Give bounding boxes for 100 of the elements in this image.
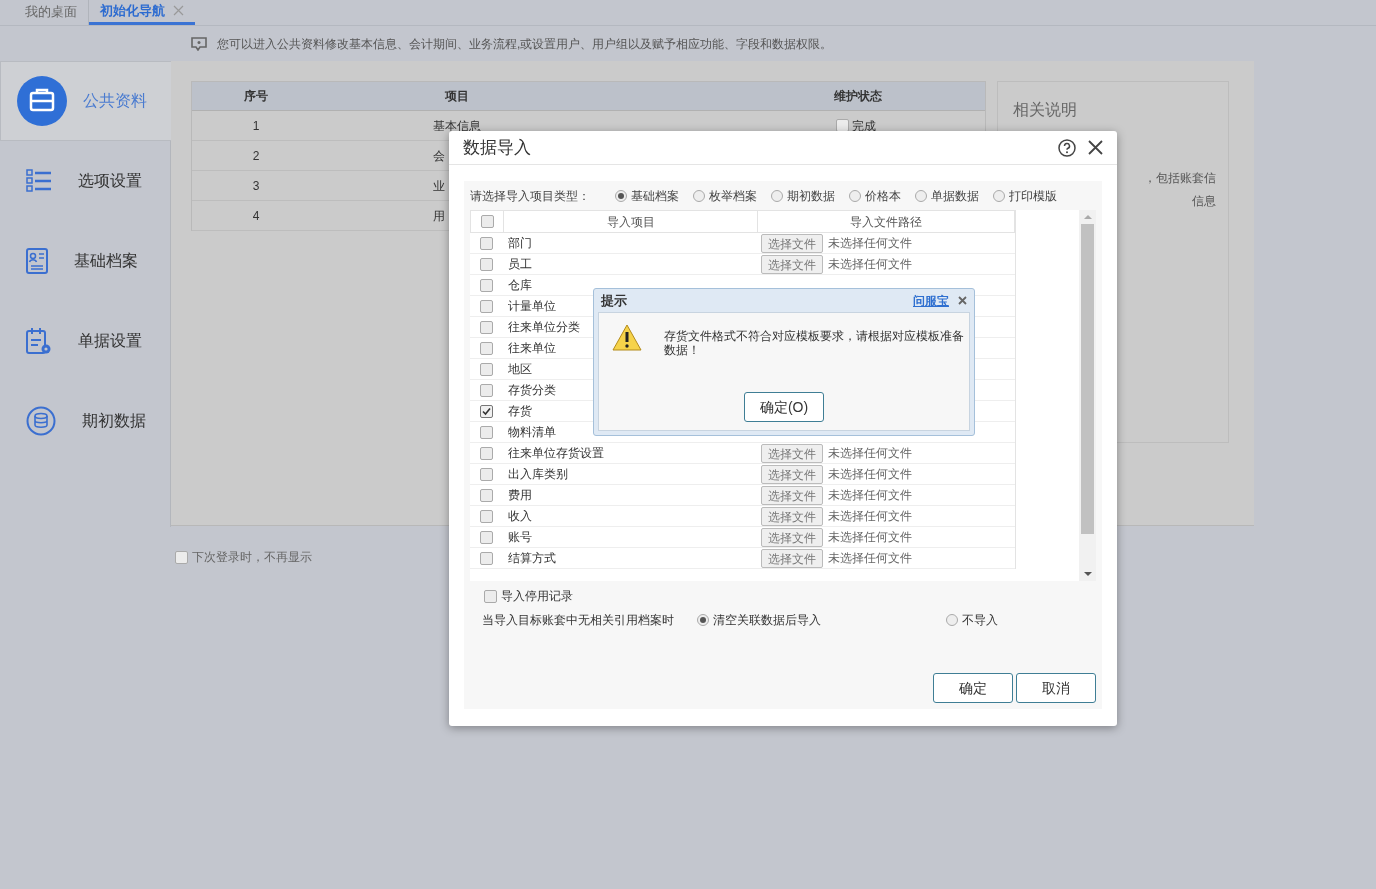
table-cell: 往来单位 bbox=[508, 341, 556, 355]
database-icon bbox=[26, 406, 56, 436]
check-icon bbox=[481, 406, 491, 416]
checkbox[interactable] bbox=[479, 488, 493, 502]
warning-icon bbox=[612, 324, 642, 351]
briefcase-icon bbox=[17, 76, 67, 126]
table-cell: 存货 bbox=[508, 404, 532, 418]
info-text: 您可以进入公共资料修改基本信息、会计期间、业务流程,或设置用户、用户组以及赋予相应功能、字段和数据权限。 bbox=[217, 35, 833, 53]
checkbox-label: 下次登录时，不再显示 bbox=[192, 549, 312, 566]
table-cell: 员工 bbox=[508, 257, 532, 271]
document-gear-icon bbox=[26, 327, 52, 355]
panel-text: 信息 bbox=[1192, 193, 1216, 210]
checkbox[interactable] bbox=[479, 425, 493, 439]
checkbox[interactable] bbox=[480, 215, 494, 228]
dialog-title: 数据导入 bbox=[463, 136, 531, 159]
table-cell: 物料清单 bbox=[508, 425, 556, 439]
table-cell: 往来单位分类 bbox=[508, 320, 580, 334]
radio-label: 枚举档案 bbox=[709, 187, 757, 205]
table-cell: 出入库类别 bbox=[508, 467, 568, 481]
checkbox[interactable] bbox=[479, 446, 493, 460]
radio-button[interactable] bbox=[915, 189, 927, 202]
column-header: 项目 bbox=[444, 88, 470, 105]
radio-button[interactable] bbox=[771, 189, 783, 202]
choose-file-button[interactable]: 选择文件 bbox=[761, 527, 823, 547]
radio-button[interactable] bbox=[946, 614, 958, 626]
ok-button[interactable]: 确定(O) bbox=[744, 392, 824, 422]
radio-label: 基础档案 bbox=[631, 187, 679, 205]
choose-file-button[interactable]: 选择文件 bbox=[761, 233, 823, 253]
cancel-button[interactable]: 取消 bbox=[1016, 673, 1096, 703]
column-header: 导入文件路径 bbox=[757, 211, 1014, 232]
table-cell-text: 1 bbox=[251, 117, 261, 135]
checkbox[interactable] bbox=[175, 550, 188, 564]
radio-button[interactable] bbox=[615, 189, 627, 202]
panel-text: ，包括账套信 bbox=[1144, 170, 1216, 187]
table-cell: 仓库 bbox=[508, 278, 532, 292]
tab[interactable]: 我的桌面 bbox=[14, 0, 89, 25]
file-status: 未选择任何文件 bbox=[828, 466, 912, 483]
checkbox[interactable] bbox=[479, 236, 493, 250]
file-status: 未选择任何文件 bbox=[828, 529, 912, 546]
table-cell: 用 bbox=[433, 208, 445, 223]
help-icon[interactable] bbox=[1058, 138, 1076, 157]
checkbox[interactable] bbox=[479, 299, 493, 313]
table-cell: 收入 bbox=[508, 509, 532, 523]
table-cell: 业 bbox=[433, 178, 445, 193]
file-status: 未选择任何文件 bbox=[828, 550, 912, 567]
table-cell: 基本信息 bbox=[433, 118, 481, 133]
sidebar-item[interactable]: 公共资料 bbox=[0, 61, 171, 141]
choose-file-button[interactable]: 选择文件 bbox=[761, 485, 823, 505]
checkbox[interactable] bbox=[479, 257, 493, 271]
radio-label: 价格本 bbox=[865, 187, 901, 205]
file-status: 未选择任何文件 bbox=[828, 256, 912, 273]
radio-button[interactable] bbox=[849, 189, 861, 202]
option-label: 当导入目标账套中无相关引用档案时 bbox=[482, 612, 675, 629]
checkbox[interactable] bbox=[479, 278, 493, 292]
table-cell-text: 2 bbox=[251, 147, 261, 165]
radio-button[interactable] bbox=[697, 614, 709, 626]
table-cell: 存货分类 bbox=[508, 383, 556, 397]
close-icon[interactable] bbox=[1088, 140, 1103, 155]
checkbox[interactable] bbox=[479, 509, 493, 523]
table-cell: 计量单位 bbox=[508, 299, 556, 313]
radio-label: 清空关联数据后导入 bbox=[713, 612, 821, 629]
checkbox[interactable] bbox=[479, 362, 493, 376]
close-icon[interactable] bbox=[958, 296, 967, 305]
choose-file-button[interactable]: 选择文件 bbox=[761, 506, 823, 526]
radio-label: 单据数据 bbox=[931, 187, 979, 205]
checkbox[interactable] bbox=[484, 589, 497, 603]
column-header: 序号 bbox=[243, 88, 269, 105]
file-status: 未选择任何文件 bbox=[828, 508, 912, 525]
radio-label: 不导入 bbox=[962, 612, 998, 629]
confirm-button[interactable]: 确定 bbox=[933, 673, 1013, 703]
radio-button[interactable] bbox=[693, 189, 705, 202]
file-status: 未选择任何文件 bbox=[828, 235, 912, 252]
checkbox[interactable] bbox=[479, 551, 493, 565]
status-label: 完成 bbox=[852, 117, 876, 135]
table-cell-text: 4 bbox=[251, 207, 261, 225]
checkbox[interactable] bbox=[479, 404, 493, 418]
radio-button[interactable] bbox=[993, 189, 1005, 202]
file-status: 未选择任何文件 bbox=[828, 445, 912, 462]
alert-message: 存货文件格式不符合对应模板要求，请根据对应模板准备数据！ bbox=[664, 329, 965, 357]
checkbox[interactable] bbox=[479, 467, 493, 481]
choose-file-button[interactable]: 选择文件 bbox=[761, 548, 823, 568]
checkbox[interactable] bbox=[479, 383, 493, 397]
help-link[interactable]: 问服宝 bbox=[913, 291, 949, 310]
checkbox[interactable] bbox=[479, 341, 493, 355]
choose-file-button[interactable]: 选择文件 bbox=[761, 464, 823, 484]
scrollbar[interactable] bbox=[1079, 210, 1096, 581]
radio-label: 期初数据 bbox=[787, 187, 835, 205]
choose-file-button[interactable]: 选择文件 bbox=[761, 254, 823, 274]
message-icon bbox=[191, 36, 207, 51]
table-cell: 结算方式 bbox=[508, 551, 556, 565]
table-cell: 部门 bbox=[508, 236, 532, 250]
checkbox-label: 导入停用记录 bbox=[501, 588, 573, 605]
file-status: 未选择任何文件 bbox=[828, 487, 912, 504]
type-label: 请选择导入项目类型： bbox=[470, 187, 590, 205]
checkbox[interactable] bbox=[479, 320, 493, 334]
checkbox[interactable] bbox=[479, 530, 493, 544]
column-header: 维护状态 bbox=[834, 88, 882, 105]
profile-card-icon bbox=[26, 248, 48, 274]
tab[interactable]: 初始化导航 bbox=[89, 0, 195, 25]
choose-file-button[interactable]: 选择文件 bbox=[761, 443, 823, 463]
